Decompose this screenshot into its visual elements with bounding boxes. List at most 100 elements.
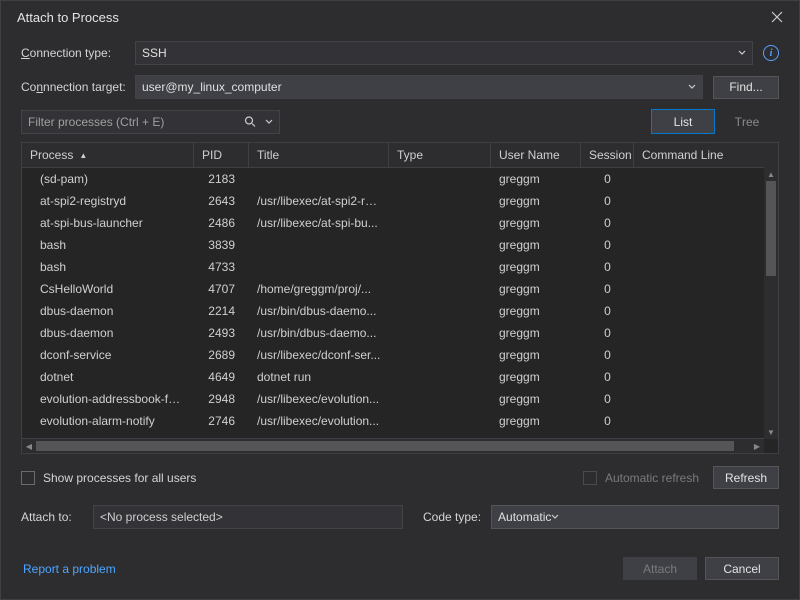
scroll-right-icon[interactable]: ▶ [750,439,764,453]
cell-session: 0 [581,392,634,406]
cell-session: 0 [581,348,634,362]
vertical-scrollbar[interactable]: ▲ ▼ [764,167,778,439]
cell-pid: 4733 [194,260,249,274]
cell-user: greggm [491,260,581,274]
close-button[interactable] [763,5,791,29]
cell-pid: 4707 [194,282,249,296]
col-type[interactable]: Type [389,143,491,167]
cell-user: greggm [491,194,581,208]
dialog-body: Connection type: SSH i Connnection targe… [1,33,799,599]
cell-title: /usr/libexec/at-spi2-re... [249,194,389,208]
tree-view-button[interactable]: Tree [715,109,779,134]
cell-title: /usr/libexec/evolution... [249,414,389,428]
cell-title: /usr/bin/dbus-daemo... [249,304,389,318]
scroll-left-icon[interactable]: ◀ [22,439,36,453]
code-type-combo[interactable]: Automatic [491,505,779,529]
col-process[interactable]: Process▲ [22,143,194,167]
auto-refresh-checkbox [583,471,597,485]
table-row[interactable]: evolution-addressbook-factory2948/usr/li… [22,388,778,410]
cell-pid: 2746 [194,414,249,428]
show-all-users-checkbox[interactable] [21,471,35,485]
cell-process: evolution-addressbook-factory [22,392,194,406]
cell-user: greggm [491,172,581,186]
table-row[interactable]: bash4733greggm0 [22,256,778,278]
cell-process: at-spi-bus-launcher [22,216,194,230]
cell-pid: 2183 [194,172,249,186]
cell-session: 0 [581,216,634,230]
cell-process: dconf-service [22,348,194,362]
attach-row: Attach to: <No process selected> Code ty… [21,505,779,529]
cell-process: evolution-alarm-notify [22,414,194,428]
connection-type-row: Connection type: SSH i [21,41,779,65]
cell-user: greggm [491,370,581,384]
table-row[interactable]: dbus-daemon2493/usr/bin/dbus-daemo...gre… [22,322,778,344]
cell-process: at-spi2-registryd [22,194,194,208]
search-icon [244,115,257,128]
scroll-up-icon[interactable]: ▲ [764,167,778,181]
col-title[interactable]: Title [249,143,389,167]
cell-user: greggm [491,414,581,428]
refresh-button[interactable]: Refresh [713,466,779,489]
cell-session: 0 [581,238,634,252]
chevron-down-icon [551,514,559,520]
connection-target-value: user@my_linux_computer [142,80,282,94]
cell-pid: 2948 [194,392,249,406]
table-row[interactable]: dconf-service2689/usr/libexec/dconf-ser.… [22,344,778,366]
table-row[interactable]: at-spi2-registryd2643/usr/libexec/at-spi… [22,190,778,212]
cell-session: 0 [581,194,634,208]
cell-title: /usr/libexec/dconf-ser... [249,348,389,362]
chevron-down-icon [265,119,273,125]
table-row[interactable]: evolution-alarm-notify2746/usr/libexec/e… [22,410,778,432]
title-bar: Attach to Process [1,1,799,33]
connection-target-label: Connnection target: [21,80,135,94]
table-body: (sd-pam)2183greggm0at-spi2-registryd2643… [22,168,778,453]
filter-input[interactable]: Filter processes (Ctrl + E) [21,110,280,134]
cell-process: dbus-daemon [22,304,194,318]
cell-title: dotnet run [249,370,389,384]
cell-title: /usr/libexec/at-spi-bu... [249,216,389,230]
cell-pid: 2493 [194,326,249,340]
table-row[interactable]: dbus-daemon2214/usr/bin/dbus-daemo...gre… [22,300,778,322]
connection-type-label: Connection type: [21,46,135,60]
col-command-line[interactable]: Command Line [634,143,734,167]
horizontal-scrollbar[interactable]: ◀ ▶ [22,438,764,453]
connection-type-combo[interactable]: SSH [135,41,753,65]
cell-user: greggm [491,282,581,296]
cell-pid: 3839 [194,238,249,252]
cell-session: 0 [581,304,634,318]
cell-session: 0 [581,172,634,186]
report-problem-link[interactable]: Report a problem [23,562,116,576]
table-row[interactable]: CsHelloWorld4707/home/greggm/proj/...gre… [22,278,778,300]
cell-user: greggm [491,326,581,340]
sort-asc-icon: ▲ [79,151,87,160]
cell-session: 0 [581,326,634,340]
options-row: Show processes for all users Automatic r… [21,466,779,489]
table-row[interactable]: dotnet4649dotnet rungreggm0 [22,366,778,388]
info-icon[interactable]: i [763,45,779,61]
window-title: Attach to Process [17,10,763,25]
cell-process: dbus-daemon [22,326,194,340]
cell-session: 0 [581,414,634,428]
table-row[interactable]: at-spi-bus-launcher2486/usr/libexec/at-s… [22,212,778,234]
scroll-down-icon[interactable]: ▼ [764,425,778,439]
cell-title: /usr/libexec/evolution... [249,392,389,406]
process-table: Process▲ PID Title Type User Name Sessio… [21,142,779,454]
connection-target-combo[interactable]: user@my_linux_computer [135,75,703,99]
table-row[interactable]: bash3839greggm0 [22,234,778,256]
scroll-thumb[interactable] [766,181,776,276]
connection-target-row: Connnection target: user@my_linux_comput… [21,75,779,99]
cancel-button[interactable]: Cancel [705,557,779,580]
col-user-name[interactable]: User Name [491,143,581,167]
cell-pid: 2486 [194,216,249,230]
chevron-down-icon [688,84,696,90]
scroll-thumb[interactable] [36,441,734,451]
list-view-button[interactable]: List [651,109,715,134]
cell-session: 0 [581,282,634,296]
chevron-down-icon [738,50,746,56]
cell-user: greggm [491,238,581,252]
col-session[interactable]: Session [581,143,634,167]
cell-user: greggm [491,348,581,362]
col-pid[interactable]: PID [194,143,249,167]
table-row[interactable]: (sd-pam)2183greggm0 [22,168,778,190]
find-button[interactable]: Find... [713,76,779,99]
